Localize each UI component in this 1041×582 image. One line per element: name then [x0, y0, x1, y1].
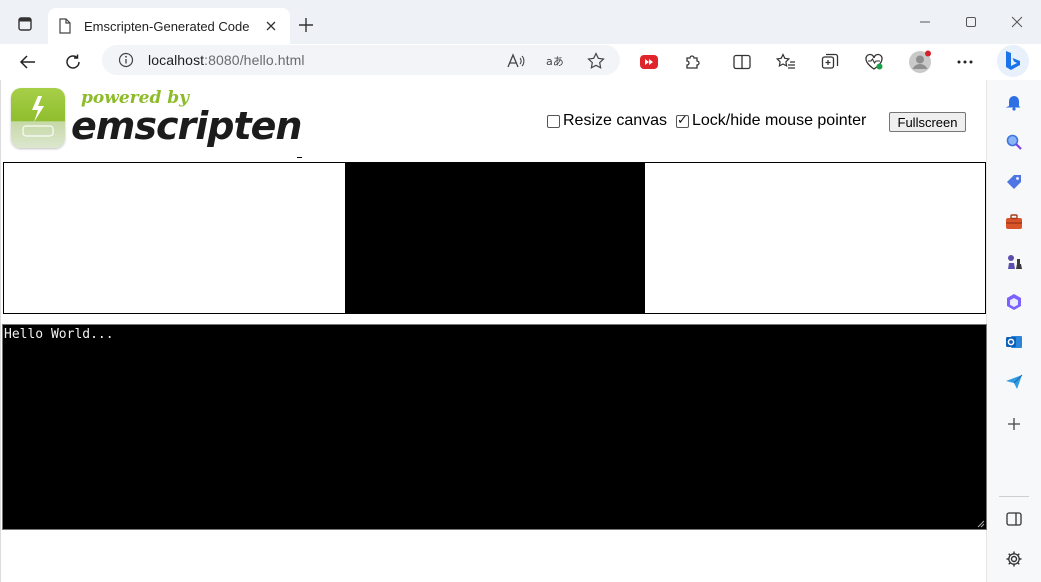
media-extension-icon	[640, 55, 658, 69]
output-textarea[interactable]: Hello World...	[2, 324, 987, 530]
translate-icon: aあ	[546, 55, 564, 68]
sidebar-drop[interactable]	[1002, 370, 1026, 394]
plus-icon	[1008, 418, 1020, 430]
back-arrow-icon	[19, 55, 35, 69]
copilot-button[interactable]	[997, 45, 1029, 77]
browser-toolbar: localhost:8080/hello.html aあ	[0, 44, 1041, 80]
back-button[interactable]	[14, 48, 42, 76]
toolbox-icon	[1006, 214, 1022, 229]
tab-title: Emscripten-Generated Code	[84, 18, 250, 34]
sidebar-microsoft365[interactable]	[1002, 290, 1026, 314]
minimize-button[interactable]	[913, 10, 937, 34]
sidebar-games[interactable]	[1002, 250, 1026, 274]
minimize-icon	[920, 21, 930, 23]
favorite-button[interactable]	[584, 49, 608, 73]
fullscreen-button[interactable]: Fullscreen	[889, 112, 966, 132]
lock-pointer-control[interactable]: Lock/hide mouse pointer	[676, 112, 866, 130]
maximize-button[interactable]	[959, 10, 983, 34]
window-close-button[interactable]	[1005, 10, 1029, 34]
emscripten-canvas[interactable]	[345, 163, 645, 313]
emscripten-logo[interactable]: powered by emscripten	[11, 88, 302, 150]
web-page: powered by emscripten Resize canvas Lock…	[0, 80, 987, 582]
search-icon	[1006, 134, 1022, 150]
copilot-icon	[1006, 51, 1020, 70]
read-aloud-icon	[507, 53, 525, 68]
extension-red-button[interactable]	[635, 48, 663, 76]
close-icon	[266, 21, 276, 31]
star-icon	[587, 52, 605, 69]
outlook-icon	[1006, 336, 1022, 348]
edge-sidebar	[986, 80, 1041, 582]
info-icon[interactable]	[118, 52, 134, 68]
split-screen-button[interactable]	[728, 48, 756, 76]
logo-wordmark: emscripten	[71, 104, 302, 148]
collections-icon	[821, 53, 839, 69]
more-icon	[957, 60, 973, 64]
sidebar-toggle-icon	[1006, 512, 1022, 526]
profile-icon	[909, 50, 931, 73]
canvas-container	[3, 162, 986, 314]
favorites-list-icon	[776, 53, 795, 69]
lock-pointer-label: Lock/hide mouse pointer	[692, 112, 867, 129]
sidebar-tools[interactable]	[1002, 210, 1026, 234]
svg-text:aあ: aあ	[546, 55, 564, 68]
resize-canvas-label: Resize canvas	[563, 112, 668, 129]
page-icon	[59, 18, 71, 34]
sidebar-search[interactable]	[1002, 130, 1026, 154]
tab-actions-button[interactable]	[12, 12, 38, 36]
address-bar[interactable]: localhost:8080/hello.html aあ	[102, 45, 620, 75]
window-close-icon	[1011, 16, 1023, 28]
browser-essentials-icon	[865, 53, 883, 70]
maximize-icon	[966, 17, 976, 27]
resize-grip-icon[interactable]	[977, 520, 985, 528]
microsoft365-icon	[1007, 294, 1021, 310]
url-text[interactable]: localhost:8080/hello.html	[148, 52, 305, 68]
tab-actions-icon	[18, 17, 32, 31]
refresh-icon	[66, 54, 80, 69]
output-text: Hello World...	[4, 327, 114, 342]
more-button[interactable]	[951, 48, 979, 76]
refresh-button[interactable]	[59, 48, 87, 76]
browser-tab[interactable]: Emscripten-Generated Code	[48, 8, 290, 44]
browser-essentials-button[interactable]	[860, 48, 888, 76]
split-screen-icon	[733, 54, 751, 70]
lock-pointer-checkbox[interactable]	[676, 112, 689, 128]
sidebar-shopping[interactable]	[1002, 170, 1026, 194]
chess-icon	[1008, 255, 1022, 269]
gear-icon	[1006, 551, 1022, 567]
bell-icon	[1005, 96, 1021, 111]
sidebar-outlook[interactable]	[1002, 330, 1026, 354]
read-aloud-button[interactable]	[504, 49, 528, 73]
extensions-button[interactable]	[679, 48, 707, 76]
resize-canvas-control[interactable]: Resize canvas	[547, 112, 667, 130]
shopping-tag-icon	[1007, 175, 1021, 189]
puzzle-icon	[686, 55, 700, 69]
collections-button[interactable]	[816, 48, 844, 76]
spinner-remnant	[297, 157, 302, 158]
send-icon	[1006, 374, 1023, 389]
sidebar-hide-button[interactable]	[1002, 507, 1026, 531]
new-tab-button[interactable]	[294, 13, 318, 37]
plus-icon	[299, 18, 313, 32]
emscripten-badge-icon	[11, 88, 65, 148]
sidebar-settings[interactable]	[1002, 547, 1026, 571]
title-bar: Emscripten-Generated Code	[0, 0, 1041, 44]
sidebar-add[interactable]	[1002, 412, 1026, 436]
resize-canvas-checkbox[interactable]	[547, 114, 560, 128]
sidebar-notifications[interactable]	[1002, 90, 1026, 114]
tab-close-button[interactable]	[262, 17, 280, 35]
profile-button[interactable]	[906, 48, 934, 76]
sidebar-divider	[999, 496, 1029, 497]
favorites-button[interactable]	[772, 48, 800, 76]
translate-button[interactable]: aあ	[544, 49, 568, 73]
lightning-icon	[22, 96, 54, 137]
